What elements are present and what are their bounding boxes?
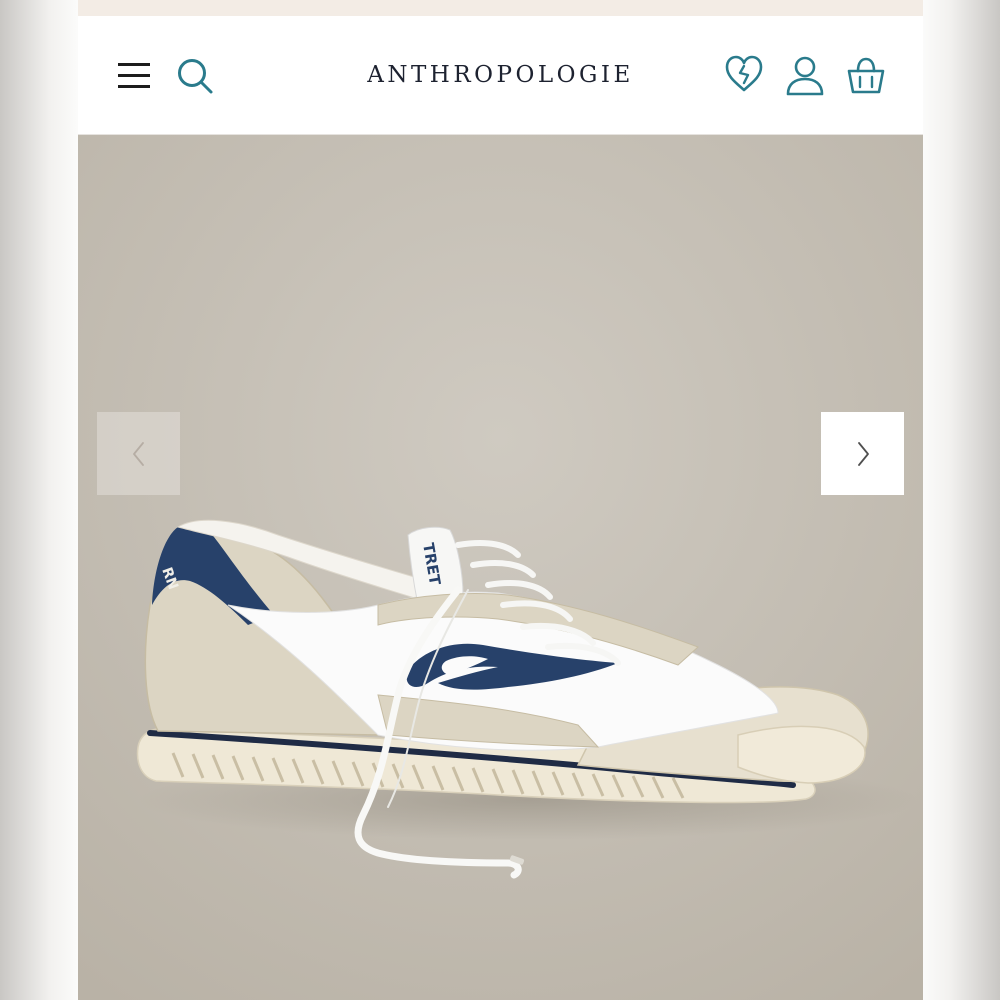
product-image-sneaker: TRET RN — [78, 135, 923, 1000]
shopping-bag-button[interactable] — [845, 56, 887, 96]
chevron-right-icon — [857, 441, 869, 466]
site-header: ANTHROPOLOGIE — [78, 16, 923, 135]
menu-button[interactable] — [114, 58, 156, 92]
heart-icon — [725, 55, 763, 92]
brand-logo[interactable]: ANTHROPOLOGIE — [308, 58, 693, 92]
account-button[interactable] — [785, 54, 825, 98]
user-icon — [786, 56, 824, 96]
previous-image-button[interactable] — [97, 412, 180, 495]
promo-banner[interactable] — [78, 0, 923, 16]
search-button[interactable] — [174, 55, 216, 97]
page-frame: ANTHROPOLOGIE TRET RN — [78, 0, 923, 1000]
hamburger-menu-icon — [118, 63, 150, 88]
chevron-left-icon — [132, 441, 144, 466]
product-image-carousel[interactable]: TRET RN — [78, 135, 923, 1000]
next-image-button[interactable] — [821, 412, 904, 495]
shopping-bag-icon — [847, 57, 885, 94]
wishlist-button[interactable] — [724, 54, 764, 96]
search-icon — [178, 59, 213, 94]
